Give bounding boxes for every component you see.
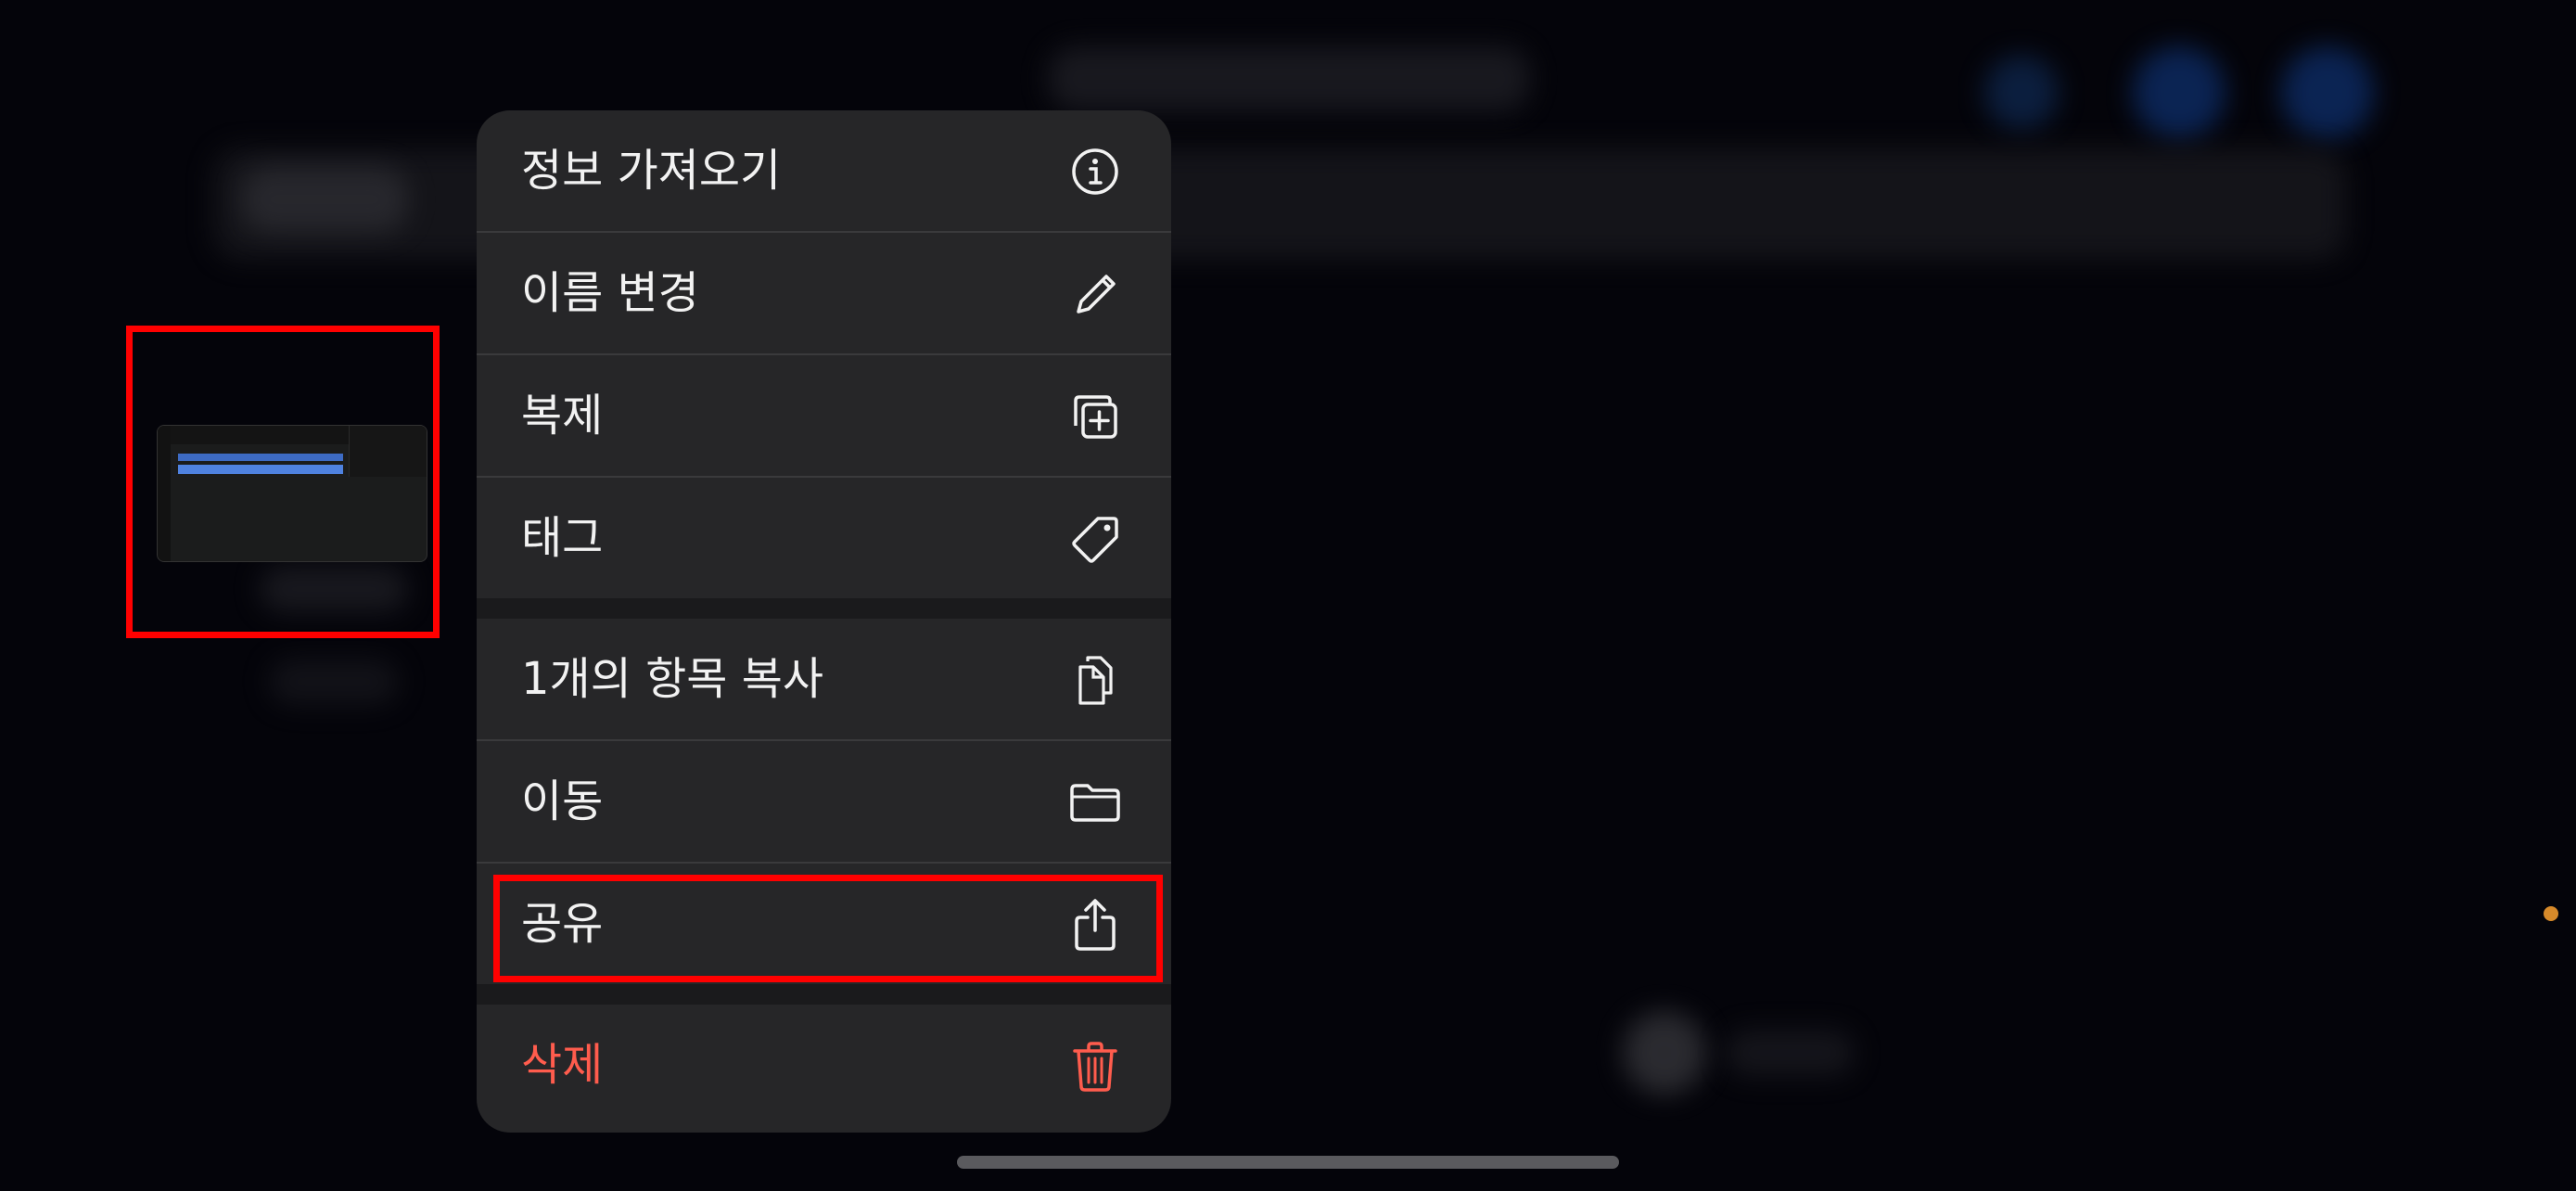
share-highlight-box bbox=[493, 875, 1163, 982]
background-toolbar-button-blurred bbox=[2133, 46, 2225, 139]
file-thumbnail[interactable] bbox=[157, 425, 427, 562]
menu-section-gap bbox=[477, 984, 1171, 1005]
tag-icon bbox=[1067, 511, 1123, 567]
home-indicator[interactable] bbox=[957, 1156, 1619, 1169]
background-bottom-label-blurred bbox=[1725, 1030, 1855, 1076]
menu-item-duplicate[interactable]: 복제 bbox=[477, 355, 1171, 476]
menu-item-label: 이동 bbox=[521, 775, 604, 827]
background-file-date-blurred bbox=[269, 659, 399, 705]
menu-item-tags[interactable]: 태그 bbox=[477, 478, 1171, 598]
menu-item-label: 정보 가져오기 bbox=[521, 145, 782, 197]
file-thumbnail-highlight bbox=[126, 326, 440, 638]
menu-item-label: 1개의 항목 복사 bbox=[521, 653, 824, 705]
thumbnail-sidebar bbox=[158, 426, 171, 561]
menu-section-gap bbox=[477, 598, 1171, 619]
trash-icon bbox=[1067, 1038, 1123, 1094]
background-bottom-icon-blurred bbox=[1623, 1011, 1706, 1095]
menu-item-label: 삭제 bbox=[521, 1039, 604, 1091]
info-circle-icon bbox=[1067, 144, 1123, 199]
background-toolbar-button-blurred bbox=[2281, 46, 2374, 139]
thumbnail-right-pane bbox=[349, 426, 427, 477]
menu-item-rename[interactable]: 이름 변경 bbox=[477, 233, 1171, 353]
pencil-icon bbox=[1067, 266, 1123, 322]
background-toolbar-button-blurred bbox=[1984, 56, 2059, 130]
duplicate-plus-icon bbox=[1067, 389, 1123, 444]
privacy-indicator-dot bbox=[2544, 906, 2558, 921]
screen: 정보 가져오기 이름 변경 복제 태그 1개의 항목 복사 이동 공유 삭제 bbox=[0, 0, 2576, 1191]
menu-item-label: 복제 bbox=[521, 390, 604, 442]
thumbnail-selected-row bbox=[178, 465, 343, 474]
background-search-text-blurred bbox=[241, 167, 408, 232]
thumbnail-selected-row bbox=[178, 454, 343, 461]
menu-item-delete[interactable]: 삭제 bbox=[477, 1005, 1171, 1125]
menu-item-move[interactable]: 이동 bbox=[477, 741, 1171, 862]
background-title-blurred bbox=[1048, 46, 1530, 111]
menu-item-get-info[interactable]: 정보 가져오기 bbox=[477, 110, 1171, 231]
copy-documents-icon bbox=[1067, 652, 1123, 708]
menu-item-label: 이름 변경 bbox=[521, 267, 699, 319]
folder-icon bbox=[1067, 775, 1123, 830]
menu-item-copy-item[interactable]: 1개의 항목 복사 bbox=[477, 619, 1171, 739]
menu-item-label: 태그 bbox=[521, 512, 604, 564]
